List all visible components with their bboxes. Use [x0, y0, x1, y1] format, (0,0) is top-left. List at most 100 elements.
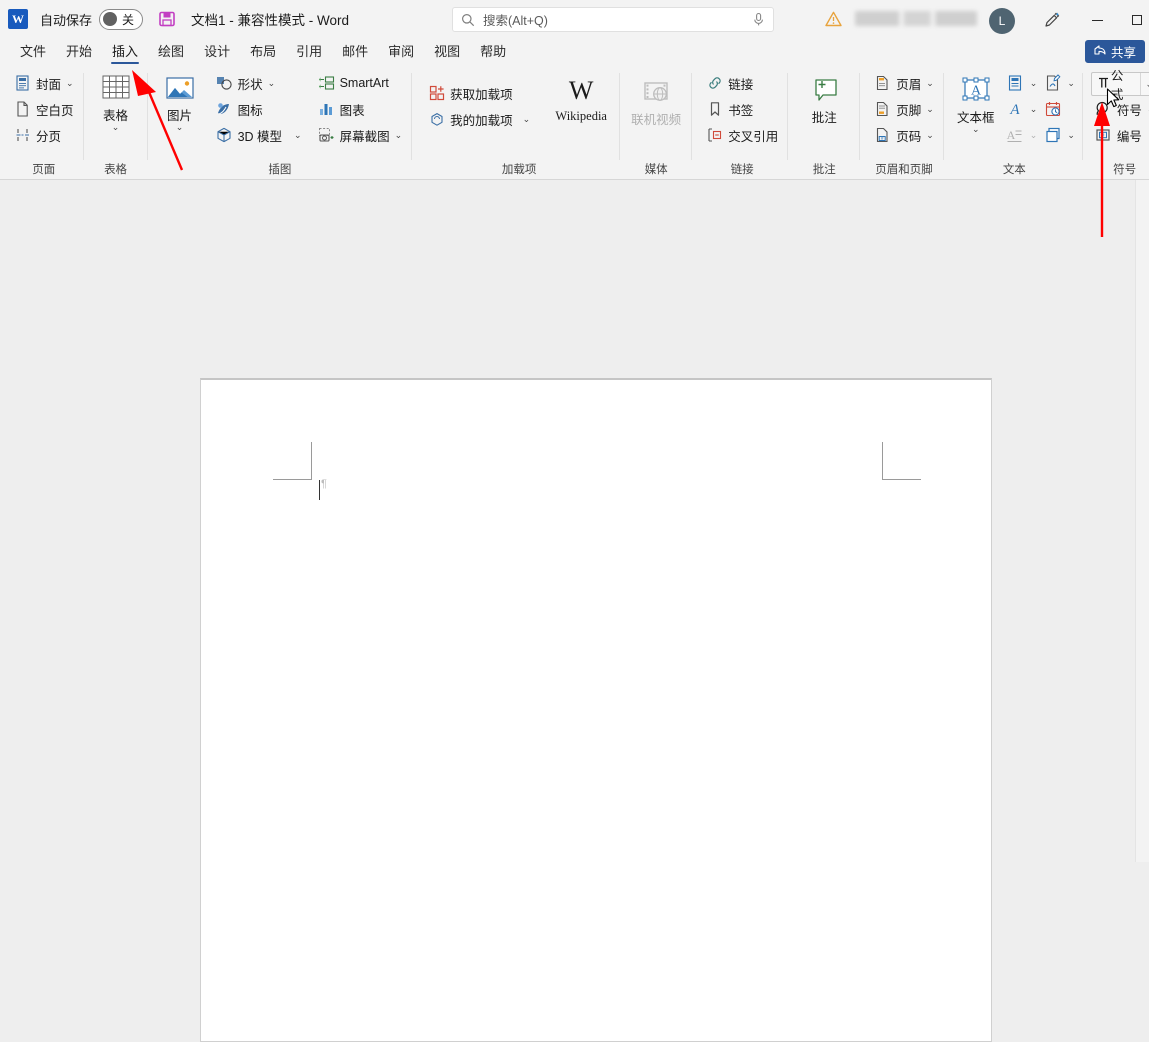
tab-file[interactable]: 文件 — [10, 38, 56, 66]
vertical-scrollbar[interactable] — [1135, 180, 1149, 862]
document-workspace[interactable]: ¶ — [0, 180, 1149, 862]
chevron-down-icon[interactable]: ⌄ — [926, 78, 934, 89]
quick-parts-button[interactable]: ⌄ — [1004, 70, 1040, 96]
chevron-down-icon[interactable]: ⌄ — [1030, 104, 1038, 115]
microphone-icon[interactable] — [752, 12, 765, 27]
chevron-down-icon[interactable]: ⌄ — [294, 130, 302, 141]
tab-layout[interactable]: 布局 — [240, 38, 286, 66]
maximize-button[interactable] — [1122, 8, 1149, 32]
share-label: 共享 — [1111, 42, 1136, 61]
tab-insert[interactable]: 插入 — [102, 38, 148, 66]
ribbon-group-illustrations: 图片 ⌄ 形状 ⌄ 图标 — [148, 66, 413, 180]
number-button[interactable]: # 编号 — [1091, 122, 1149, 148]
tab-view[interactable]: 视图 — [424, 38, 470, 66]
autosave-toggle[interactable]: 关 — [99, 9, 143, 30]
smartart-button[interactable]: SmartArt — [314, 70, 407, 96]
ribbon-group-text: A 文本框 ⌄ ⌄ — [944, 66, 1083, 180]
blank-page-button[interactable]: 空白页 — [10, 96, 78, 122]
chevron-down-icon[interactable]: ⌄ — [1067, 130, 1075, 141]
header-button[interactable]: 页眉 ⌄ — [870, 70, 938, 96]
autosave-label: 自动保存 — [40, 10, 92, 29]
ribbon: 封面 ⌄ 空白页 分页 页面 — [0, 66, 1149, 180]
ribbon-group-links: 链接 书签 交叉引用 链接 — [692, 66, 788, 180]
svg-text:#: # — [1102, 133, 1105, 139]
number-label: 编号 — [1117, 126, 1142, 145]
chevron-down-icon[interactable]: ⌄ — [1146, 79, 1149, 90]
picture-button[interactable]: 图片 ⌄ — [154, 70, 206, 132]
footer-button[interactable]: 页脚 ⌄ — [870, 96, 938, 122]
chevron-down-icon[interactable]: ⌄ — [972, 125, 980, 134]
warning-icon[interactable] — [825, 11, 842, 27]
wordart-button[interactable]: A ⌄ — [1004, 96, 1040, 122]
date-time-button[interactable] — [1041, 96, 1077, 122]
chevron-down-icon[interactable]: ⌄ — [395, 130, 403, 141]
share-button[interactable]: 共享 — [1085, 40, 1145, 63]
page-break-button[interactable]: 分页 — [10, 122, 78, 148]
chevron-down-icon[interactable]: ⌄ — [1030, 78, 1038, 89]
search-input[interactable]: 搜索(Alt+Q) — [483, 10, 752, 29]
chevron-down-icon[interactable]: ⌄ — [1067, 78, 1075, 89]
chevron-down-icon[interactable]: ⌄ — [66, 78, 74, 89]
get-addins-button[interactable]: 获取加载项 — [424, 80, 534, 106]
page-number-icon: # — [874, 127, 891, 144]
table-button[interactable]: 表格 ⌄ — [90, 70, 142, 132]
online-video-button: 联机视频 — [630, 70, 682, 127]
comment-button[interactable]: 批注 — [798, 70, 850, 125]
ribbon-group-comments: 批注 批注 — [788, 66, 860, 180]
minimize-button[interactable] — [1082, 8, 1112, 32]
footer-label: 页脚 — [896, 100, 921, 119]
date-time-icon — [1043, 100, 1062, 119]
cross-reference-label: 交叉引用 — [728, 126, 778, 145]
ribbon-group-pages: 封面 ⌄ 空白页 分页 页面 — [4, 66, 84, 180]
chevron-down-icon[interactable]: ⌄ — [112, 123, 120, 132]
wikipedia-icon: W — [569, 76, 594, 106]
object-button[interactable]: ⌄ — [1041, 122, 1077, 148]
screenshot-button[interactable]: 屏幕截图 ⌄ — [314, 122, 407, 148]
page-break-label: 分页 — [36, 126, 61, 145]
chevron-down-icon[interactable]: ⌄ — [523, 114, 531, 125]
chevron-down-icon[interactable]: ⌄ — [176, 123, 184, 132]
margin-mark-top-left-h — [273, 479, 312, 480]
document-page[interactable]: ¶ — [200, 378, 992, 1042]
tab-references[interactable]: 引用 — [286, 38, 332, 66]
blank-page-label: 空白页 — [36, 100, 74, 119]
search-box[interactable]: 搜索(Alt+Q) — [452, 7, 774, 32]
chart-button[interactable]: 图表 — [314, 96, 407, 122]
text-box-label: 文本框 — [957, 111, 995, 125]
autosave-toggle-knob — [103, 12, 117, 26]
tab-draw[interactable]: 绘图 — [148, 38, 194, 66]
chevron-down-icon[interactable]: ⌄ — [926, 130, 934, 141]
margin-mark-top-right-v — [882, 442, 883, 480]
ribbon-group-media: 联机视频 媒体 — [620, 66, 692, 180]
number-icon: # — [1095, 127, 1112, 144]
chevron-down-icon[interactable]: ⌄ — [926, 104, 934, 115]
wikipedia-button[interactable]: W Wikipedia — [548, 70, 614, 123]
bookmark-button[interactable]: 书签 — [702, 96, 782, 122]
icons-label: 图标 — [238, 100, 263, 119]
tab-review[interactable]: 审阅 — [378, 38, 424, 66]
chevron-down-icon[interactable]: ⌄ — [268, 78, 276, 89]
cross-reference-button[interactable]: 交叉引用 — [702, 122, 782, 148]
mouse-pointer-icon — [1106, 88, 1122, 110]
tab-home[interactable]: 开始 — [56, 38, 102, 66]
link-button[interactable]: 链接 — [702, 70, 782, 96]
pen-icon[interactable] — [1043, 11, 1061, 29]
text-box-button[interactable]: A 文本框 ⌄ — [952, 70, 1000, 134]
my-addins-button[interactable]: 我的加载项 ⌄ — [424, 106, 534, 132]
save-icon[interactable] — [157, 9, 177, 29]
svg-text:A: A — [1010, 102, 1021, 118]
document-title: 文档1 - 兼容性模式 - Word — [191, 9, 349, 29]
cover-page-button[interactable]: 封面 ⌄ — [10, 70, 78, 96]
signature-line-button[interactable]: ⌄ — [1041, 70, 1077, 96]
3d-model-button[interactable]: 3D 模型 ⌄ — [212, 122, 306, 148]
tab-design[interactable]: 设计 — [194, 38, 240, 66]
tab-help[interactable]: 帮助 — [470, 38, 516, 66]
equation-dropdown-button[interactable]: ⌄ — [1141, 73, 1149, 95]
page-number-button[interactable]: # 页码 ⌄ — [870, 122, 938, 148]
page-number-label: 页码 — [896, 126, 921, 145]
header-icon — [874, 75, 891, 92]
tab-mailings[interactable]: 邮件 — [332, 38, 378, 66]
avatar[interactable]: L — [989, 8, 1015, 34]
icons-button[interactable]: 图标 — [212, 96, 306, 122]
shapes-button[interactable]: 形状 ⌄ — [212, 70, 306, 96]
